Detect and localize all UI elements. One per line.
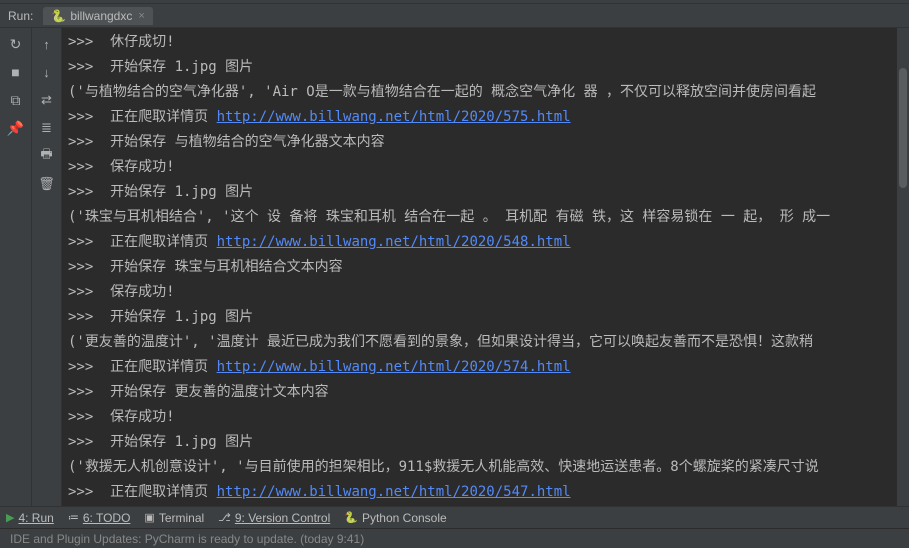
console-line: >>> 保存成功! — [68, 280, 891, 305]
layout-button[interactable]: ⧉ — [6, 90, 26, 110]
console-line: >>> 开始保存 与植物结合的空气净化器文本内容 — [68, 130, 891, 155]
clear-all-button[interactable]: 🗑 — [37, 174, 57, 194]
run-main-area: ↻ ■ ⧉ 📌 ↑ ↓ ⇄ ≣ 🖶 🗑 >>> 休仔成切!>>> 开始保存 1.… — [0, 28, 909, 506]
run-label: Run: — [8, 9, 33, 23]
console-line: >>> 正在爬取详情页 http://www.billwang.net/html… — [68, 480, 891, 505]
console-link[interactable]: http://www.billwang.net/html/2020/574.ht… — [217, 359, 571, 375]
toolwin-terminal[interactable]: ▣ Terminal — [144, 511, 204, 525]
tool-window-bar: ▶ 4: Run ≔ 6: TODO ▣ Terminal ⎇ 9: Versi… — [0, 506, 909, 528]
toolwin-terminal-label: Terminal — [159, 511, 204, 525]
pin-button[interactable]: 📌 — [6, 118, 26, 138]
console-line: >>> 开始保存 1.jpg 图片 — [68, 430, 891, 455]
status-bar: IDE and Plugin Updates: PyCharm is ready… — [0, 528, 909, 548]
console-link[interactable]: http://www.billwang.net/html/2020/547.ht… — [217, 484, 571, 500]
console-line: >>> 开始保存 1.jpg 图片 — [68, 55, 891, 80]
python-icon: 🐍 — [51, 9, 66, 23]
toolwin-vcs[interactable]: ⎇ 9: Version Control — [218, 511, 330, 525]
run-tab[interactable]: 🐍 billwangdxc × — [43, 7, 152, 25]
down-button[interactable]: ↓ — [37, 62, 57, 82]
console-line: >>> 开始保存 1.jpg 图片 — [68, 180, 891, 205]
python-console-icon: 🐍 — [344, 511, 358, 524]
rerun-button[interactable]: ↻ — [6, 34, 26, 54]
console-line: >>> 保存成功! — [68, 405, 891, 430]
toolwin-vcs-label: 9: Version Control — [235, 511, 330, 525]
toolwin-todo-label: 6: TODO — [83, 511, 131, 525]
vertical-scrollbar[interactable] — [897, 28, 909, 506]
console-link[interactable]: http://www.billwang.net/html/2020/575.ht… — [217, 109, 571, 125]
vcs-icon: ⎇ — [218, 511, 231, 524]
console-line: ('更友善的温度计', '温度计 最近已成为我们不愿看到的景象，但如果设计得当，… — [68, 330, 891, 355]
toolwin-run[interactable]: ▶ 4: Run — [6, 511, 54, 525]
up-button[interactable]: ↑ — [37, 34, 57, 54]
console-line: ('与植物结合的空气净化器', 'Air O是一款与植物结合在一起的 概念空气净… — [68, 80, 891, 105]
run-tool-header: Run: 🐍 billwangdxc × — [0, 4, 909, 28]
console-line: >>> 正在爬取详情页 http://www.billwang.net/html… — [68, 105, 891, 130]
console-line: >>> 开始保存 1.jpg 图片 — [68, 305, 891, 330]
toolwin-run-label: 4: Run — [18, 511, 53, 525]
terminal-icon: ▣ — [144, 511, 154, 524]
print-button[interactable]: 🖶 — [37, 146, 57, 166]
console-output[interactable]: >>> 休仔成切!>>> 开始保存 1.jpg 图片('与植物结合的空气净化器'… — [62, 28, 897, 506]
stop-button[interactable]: ■ — [6, 62, 26, 82]
console-line: >>> 正在爬取详情页 http://www.billwang.net/html… — [68, 355, 891, 380]
toolwin-python-console[interactable]: 🐍 Python Console — [344, 511, 446, 525]
console-link[interactable]: http://www.billwang.net/html/2020/548.ht… — [217, 234, 571, 250]
run-secondary-toolbar: ↑ ↓ ⇄ ≣ 🖶 🗑 — [32, 28, 62, 506]
toolwin-python-console-label: Python Console — [362, 511, 447, 525]
console-line: >>> 正在爬取详情页 http://www.billwang.net/html… — [68, 230, 891, 255]
toolwin-todo[interactable]: ≔ 6: TODO — [68, 511, 131, 525]
scroll-thumb[interactable] — [899, 68, 907, 188]
run-icon: ▶ — [6, 511, 14, 524]
scroll-to-end-button[interactable]: ≣ — [37, 118, 57, 138]
console-line: >>> 保存成功! — [68, 155, 891, 180]
run-left-toolbar: ↻ ■ ⧉ 📌 — [0, 28, 32, 506]
console-line: ('救援无人机创意设计', '与目前使用的担架相比，911$救援无人机能高效、快… — [68, 455, 891, 480]
close-icon[interactable]: × — [138, 10, 144, 22]
console-line: >>> 开始保存 更友善的温度计文本内容 — [68, 380, 891, 405]
soft-wrap-button[interactable]: ⇄ — [37, 90, 57, 110]
todo-icon: ≔ — [68, 511, 79, 524]
console-line: ('珠宝与耳机相结合', '这个 设 备将 珠宝和耳机 结合在一起 。 耳机配 … — [68, 205, 891, 230]
console-line: >>> 开始保存 珠宝与耳机相结合文本内容 — [68, 255, 891, 280]
run-tab-name: billwangdxc — [70, 9, 132, 23]
status-message: IDE and Plugin Updates: PyCharm is ready… — [10, 532, 364, 546]
console-line: >>> 休仔成切! — [68, 30, 891, 55]
